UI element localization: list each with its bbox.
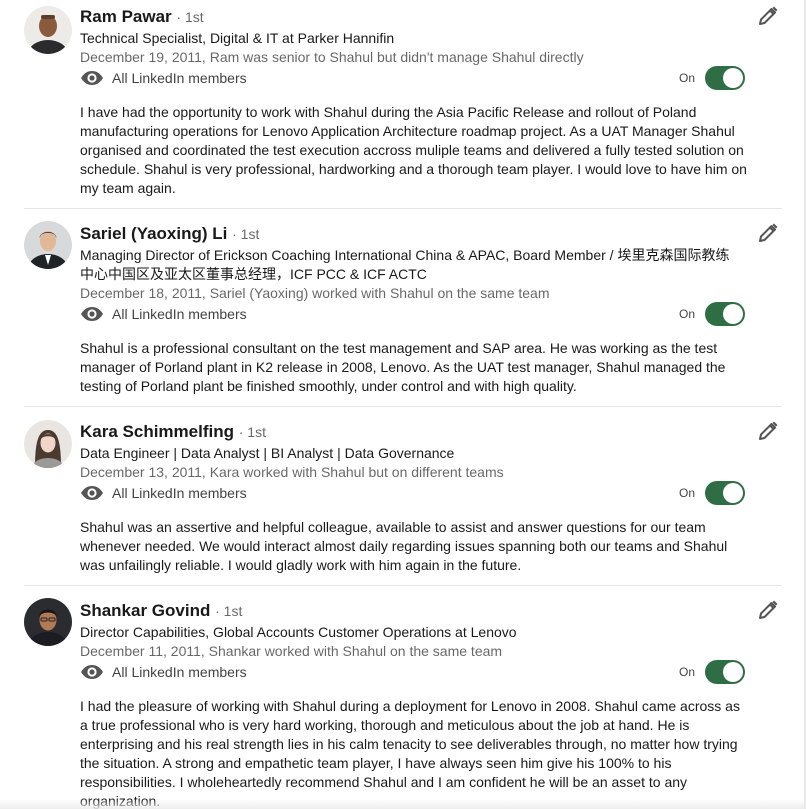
pencil-icon: [759, 223, 778, 242]
visibility-label: All LinkedIn members: [112, 306, 247, 322]
toggle-label: On: [679, 71, 696, 85]
scroll-fade: [0, 799, 806, 809]
eye-icon: [81, 665, 103, 679]
visibility-setting[interactable]: All LinkedIn members: [80, 661, 247, 683]
recommendation-text: I have had the opportunity to work with …: [80, 104, 747, 196]
recommendation-date: December 11, 2011, Shankar worked with S…: [80, 643, 503, 659]
visibility-toggle[interactable]: On: [679, 659, 746, 685]
recommender-name[interactable]: Kara Schimmelfing: [80, 422, 234, 441]
eye-icon: [81, 486, 103, 500]
toggle-switch[interactable]: [705, 481, 746, 505]
visibility-toggle[interactable]: On: [679, 65, 746, 91]
visibility-label: All LinkedIn members: [112, 485, 247, 501]
divider: [24, 585, 782, 586]
visibility-toggle[interactable]: On: [679, 480, 746, 506]
connection-degree: · 1st: [176, 9, 204, 25]
toggle-switch[interactable]: [705, 302, 746, 326]
recommendation-date: December 19, 2011, Ram was senior to Sha…: [80, 49, 584, 65]
recommender-name[interactable]: Sariel (Yaoxing) Li: [80, 224, 227, 243]
edit-button[interactable]: [756, 419, 780, 443]
pencil-icon: [759, 6, 778, 25]
edit-button[interactable]: [756, 221, 780, 245]
recommender-name[interactable]: Shankar Govind: [80, 601, 210, 620]
recommender-name[interactable]: Ram Pawar: [80, 7, 172, 26]
eye-icon: [81, 307, 103, 321]
avatar[interactable]: [24, 221, 72, 269]
visibility-setting[interactable]: All LinkedIn members: [80, 482, 247, 504]
recommendation-text: I had the pleasure of working with Shahu…: [80, 698, 740, 809]
edit-button[interactable]: [756, 598, 780, 622]
edit-button[interactable]: [756, 4, 780, 28]
toggle-switch[interactable]: [705, 660, 746, 684]
recommendation-date: December 13, 2011, Kara worked with Shah…: [80, 464, 504, 480]
recommendations-list: Ram Pawar · 1st Technical Specialist, Di…: [0, 0, 806, 809]
connection-degree: · 1st: [215, 603, 243, 619]
recommender-headline: Managing Director of Erickson Coaching I…: [80, 247, 730, 282]
divider: [24, 406, 782, 407]
pencil-icon: [759, 600, 778, 619]
toggle-label: On: [679, 486, 696, 500]
toggle-switch[interactable]: [705, 66, 746, 90]
recommender-headline: Director Capabilities, Global Accounts C…: [80, 624, 517, 640]
recommender-headline: Technical Specialist, Digital & IT at Pa…: [80, 30, 395, 46]
visibility-setting[interactable]: All LinkedIn members: [80, 303, 247, 325]
visibility-label: All LinkedIn members: [112, 664, 247, 680]
visibility-label: All LinkedIn members: [112, 70, 247, 86]
recommender-headline: Data Engineer | Data Analyst | BI Analys…: [80, 445, 455, 461]
visibility-toggle[interactable]: On: [679, 301, 746, 327]
divider: [24, 208, 782, 209]
connection-degree: · 1st: [232, 226, 260, 242]
eye-icon: [81, 71, 103, 85]
avatar[interactable]: [24, 598, 72, 646]
recommendation-text: Shahul was an assertive and helpful coll…: [80, 519, 728, 573]
visibility-setting[interactable]: All LinkedIn members: [80, 67, 247, 89]
connection-degree: · 1st: [238, 424, 266, 440]
avatar[interactable]: [24, 6, 72, 54]
toggle-label: On: [679, 307, 696, 321]
recommendation-text: Shahul is a professional consultant on t…: [80, 340, 726, 394]
avatar[interactable]: [24, 420, 72, 468]
recommendation-date: December 18, 2011, Sariel (Yaoxing) work…: [80, 285, 550, 301]
pencil-icon: [759, 421, 778, 440]
toggle-label: On: [679, 665, 696, 679]
